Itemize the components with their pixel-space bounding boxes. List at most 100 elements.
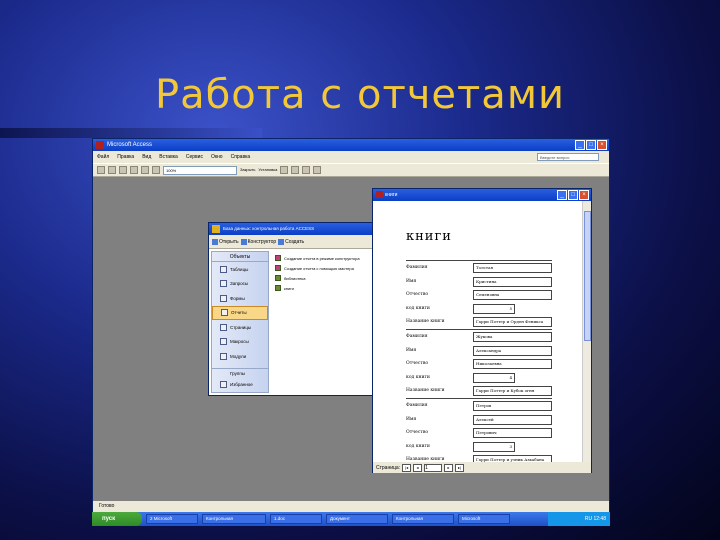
first-page-button[interactable]: |◂ bbox=[402, 463, 412, 472]
sidebar-item-label: Избранное bbox=[230, 382, 253, 388]
field-label: Отчество bbox=[406, 430, 429, 435]
report-icon bbox=[275, 275, 281, 281]
menu-file[interactable]: Файл bbox=[97, 151, 109, 163]
prev-page-button[interactable]: ◂ bbox=[413, 463, 423, 472]
print-icon[interactable] bbox=[108, 166, 116, 174]
reports-list: Создание отчета в режиме конструктора Со… bbox=[275, 253, 379, 293]
new-button[interactable]: Создать bbox=[278, 238, 305, 245]
taskbar: пуск 2 Microsoft Контрольная 1.doc Докум… bbox=[92, 512, 610, 526]
page-number-field[interactable]: 1 bbox=[424, 463, 443, 472]
menu-view[interactable]: Вид bbox=[142, 151, 151, 163]
new-object-icon[interactable] bbox=[302, 166, 311, 174]
sidebar-item-pages[interactable]: Страницы bbox=[212, 320, 268, 335]
sidebar-item-forms[interactable]: Формы bbox=[212, 291, 268, 306]
db-titlebar[interactable]: База данных: контрольная работа ACCESS bbox=[209, 223, 379, 235]
database-window-icon[interactable] bbox=[291, 166, 300, 174]
close-button[interactable]: × bbox=[597, 140, 607, 150]
taskbar-item[interactable]: Документ bbox=[326, 514, 388, 524]
sidebar-item-queries[interactable]: Запросы bbox=[212, 277, 268, 292]
sidebar-item-macros[interactable]: Макросы bbox=[212, 335, 268, 350]
report-field-name: Имя Алексей bbox=[406, 414, 552, 427]
vertical-scrollbar[interactable] bbox=[582, 201, 591, 462]
sidebar-item-label: Формы bbox=[230, 295, 245, 301]
form-icon bbox=[220, 294, 227, 302]
report-field-book-title: Название книги Гарри Поттер и узник Азкаб… bbox=[406, 455, 552, 462]
sidebar-item-modules[interactable]: Модули bbox=[212, 349, 268, 364]
last-page-button[interactable]: ▸| bbox=[455, 463, 465, 472]
report-field-code: код книги 5 bbox=[406, 303, 552, 316]
menu-tools[interactable]: Сервис bbox=[186, 151, 203, 163]
help-icon[interactable] bbox=[313, 166, 322, 174]
open-button[interactable]: Открыть bbox=[212, 238, 239, 245]
report-field-book-title: Название книги Гарри Поттер и Орден Феник… bbox=[406, 317, 552, 329]
zoom-select[interactable]: 100% bbox=[163, 165, 237, 175]
list-item-label: Создание отчета в режиме конструктора bbox=[284, 255, 360, 261]
field-value: Гарри Поттер и узник Азкабана bbox=[473, 455, 552, 462]
report-titlebar[interactable]: книги _ □ × bbox=[373, 189, 591, 201]
field-value: Алексей bbox=[473, 414, 552, 425]
zoom-icon[interactable] bbox=[119, 166, 127, 174]
two-pages-icon[interactable] bbox=[141, 166, 149, 174]
list-item[interactable]: книги bbox=[275, 283, 379, 293]
field-value: Николаевна bbox=[473, 359, 552, 369]
new-label: Создать bbox=[285, 238, 305, 245]
groups-header[interactable]: Группы bbox=[212, 367, 268, 378]
design-view-icon[interactable] bbox=[97, 166, 105, 174]
next-page-button[interactable]: ▸ bbox=[444, 463, 454, 472]
print-preview-toolbar: 100% Закрыть Установка bbox=[93, 163, 609, 177]
close-preview-button[interactable]: Закрыть bbox=[240, 163, 255, 177]
one-page-icon[interactable] bbox=[130, 166, 138, 174]
report-minimize-button[interactable]: _ bbox=[557, 190, 567, 200]
title-underline bbox=[0, 128, 262, 138]
page-setup-button[interactable]: Установка bbox=[258, 163, 277, 177]
taskbar-item[interactable]: 1.doc bbox=[270, 514, 322, 524]
office-links-icon[interactable] bbox=[280, 166, 289, 174]
wizard-icon bbox=[275, 265, 281, 271]
field-label: Фамилия bbox=[406, 403, 428, 408]
macro-icon bbox=[220, 338, 227, 346]
list-item[interactable]: библиотека bbox=[275, 273, 379, 283]
report-icon bbox=[275, 285, 281, 291]
sidebar-item-label: Запросы bbox=[230, 281, 249, 287]
design-icon bbox=[240, 238, 247, 245]
sidebar-item-label: Страницы bbox=[230, 324, 252, 330]
page-label: Страница: bbox=[376, 464, 401, 471]
menu-edit[interactable]: Правка bbox=[117, 151, 134, 163]
field-value: Кристина bbox=[473, 276, 552, 287]
db-title: База данных: контрольная работа ACCESS bbox=[223, 226, 315, 231]
taskbar-item[interactable]: 2 Microsoft bbox=[146, 514, 198, 524]
objects-header[interactable]: Объекты bbox=[212, 252, 268, 262]
taskbar-item[interactable]: Microsoft bbox=[458, 514, 510, 524]
sidebar-item-reports[interactable]: Отчеты bbox=[212, 305, 268, 320]
list-item[interactable]: Создание отчета с помощью мастера bbox=[275, 263, 379, 273]
sidebar-item-favorites[interactable]: Избранное bbox=[212, 378, 268, 393]
page-icon bbox=[220, 323, 227, 331]
report-maximize-button[interactable]: □ bbox=[568, 190, 578, 200]
access-titlebar[interactable]: Microsoft Access _ □ × bbox=[93, 139, 609, 151]
menu-window[interactable]: Окно bbox=[211, 151, 223, 163]
help-search-input[interactable]: Введите вопрос bbox=[537, 153, 599, 161]
design-button[interactable]: Конструктор bbox=[240, 238, 276, 245]
favorites-icon bbox=[220, 381, 227, 389]
field-label: Название книги bbox=[406, 388, 445, 393]
scroll-thumb[interactable] bbox=[584, 211, 591, 341]
report-close-button[interactable]: × bbox=[579, 190, 589, 200]
minimize-button[interactable]: _ bbox=[575, 140, 585, 150]
menu-insert[interactable]: Вставка bbox=[159, 151, 178, 163]
field-value: Петров bbox=[473, 401, 552, 411]
list-item-label: Создание отчета с помощью мастера bbox=[284, 265, 354, 271]
sidebar-item-tables[interactable]: Таблицы bbox=[212, 262, 268, 277]
list-item[interactable]: Создание отчета в режиме конструктора bbox=[275, 253, 379, 263]
start-button[interactable]: пуск bbox=[92, 512, 142, 526]
field-label: Имя bbox=[406, 347, 417, 353]
taskbar-item[interactable]: Контрольная bbox=[202, 514, 266, 524]
field-label: код книги bbox=[406, 443, 430, 449]
field-label: Фамилия bbox=[406, 265, 428, 270]
report-heading: книги bbox=[406, 229, 452, 244]
field-value: Толстая bbox=[473, 263, 552, 273]
multiple-pages-icon[interactable] bbox=[152, 166, 160, 174]
taskbar-item[interactable]: Контрольная bbox=[392, 514, 454, 524]
sidebar-item-label: Таблицы bbox=[230, 266, 249, 272]
menu-help[interactable]: Справка bbox=[231, 151, 251, 163]
maximize-button[interactable]: □ bbox=[586, 140, 596, 150]
